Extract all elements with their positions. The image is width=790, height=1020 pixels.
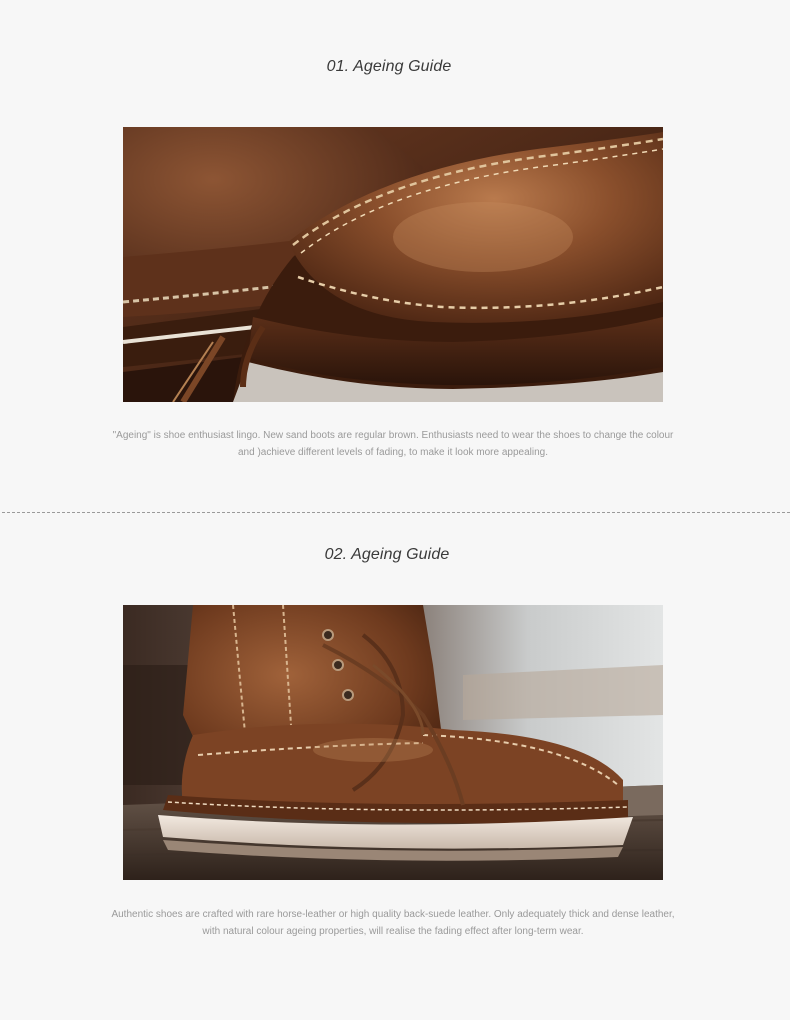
ageing-guide-section-2: 02. Ageing Guide Authentic shoes are cra… <box>0 514 790 1020</box>
section-caption: Authentic shoes are crafted with rare ho… <box>111 909 675 937</box>
dashed-divider <box>2 512 790 513</box>
section-heading: 02. Ageing Guide <box>324 546 450 563</box>
section-heading: 01. Ageing Guide <box>326 58 452 75</box>
ageing-guide-section-1: 01. Ageing Guide "Ageing" is shoe enthus… <box>0 0 790 512</box>
boot-closeup-image <box>123 127 663 402</box>
boot-side-image <box>123 605 663 880</box>
section-caption: "Ageing" is shoe enthusiast lingo. New s… <box>112 430 674 458</box>
